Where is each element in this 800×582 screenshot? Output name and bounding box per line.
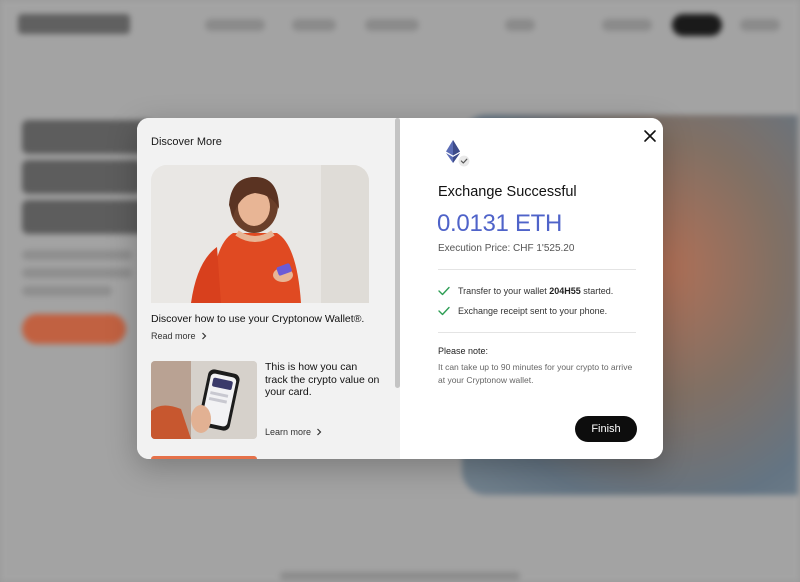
execution-price: Execution Price: CHF 1'525.20: [438, 243, 575, 254]
background-nav-item: [602, 19, 652, 31]
finish-button[interactable]: Finish: [575, 416, 637, 442]
track-card-title: This is how you can track the crypto val…: [265, 361, 380, 398]
background-hero-line: [22, 120, 152, 154]
note-text: It can take up to 90 minutes for your cr…: [438, 362, 633, 385]
track-card-image[interactable]: [151, 361, 257, 439]
ethereum-icon: [446, 140, 471, 168]
transfer-status-row: Transfer to your wallet 204H55 started.: [438, 286, 613, 296]
background-subtext: [22, 268, 132, 278]
receipt-status-row: Exchange receipt sent to your phone.: [438, 306, 607, 316]
wallet-card-image[interactable]: [151, 165, 369, 303]
background-nav-item: [205, 19, 265, 31]
discover-title: Discover More: [151, 136, 222, 148]
checkmark-icon: [438, 306, 450, 316]
eth-amount: 0.0131 ETH: [437, 210, 563, 237]
background-nav-item: [292, 19, 336, 31]
background-nav-item: [740, 19, 780, 31]
close-icon[interactable]: [642, 128, 658, 144]
background-cta-button: [672, 14, 722, 36]
chevron-right-icon: [201, 332, 206, 340]
background-hero-line: [22, 200, 147, 234]
learn-more-link[interactable]: Learn more: [265, 427, 322, 437]
exchange-title: Exchange Successful: [438, 184, 577, 200]
background-logo: [18, 14, 130, 34]
phone-in-hand-illustration: [151, 361, 257, 439]
read-more-link[interactable]: Read more: [151, 331, 207, 341]
learn-more-label: Learn more: [265, 427, 312, 437]
background-nav-item: [505, 19, 535, 31]
background-subtext: [22, 286, 112, 296]
discover-pane[interactable]: Discover More Discover how to use your C…: [137, 118, 400, 459]
background-orange-button: [22, 314, 126, 344]
background-bottom-bar: [280, 572, 520, 580]
receipt-status-text: Exchange receipt sent to your phone.: [458, 306, 608, 316]
exchange-modal: Discover More Discover how to use your C…: [137, 118, 663, 459]
chevron-right-icon: [317, 428, 322, 436]
read-more-label: Read more: [151, 331, 196, 341]
note-title: Please note:: [438, 346, 489, 356]
background-hero-line: [22, 160, 142, 194]
background-subtext: [22, 250, 132, 260]
next-card-image[interactable]: [151, 456, 257, 459]
background-nav-item: [365, 19, 419, 31]
woman-phone-illustration: [151, 165, 369, 303]
wallet-card-title: Discover how to use your Cryptonow Walle…: [151, 313, 365, 325]
confirmation-pane: Exchange Successful 0.0131 ETH Execution…: [400, 118, 663, 459]
checkmark-icon: [438, 286, 450, 296]
divider: [438, 269, 636, 270]
divider: [438, 332, 636, 333]
transfer-status-text: Transfer to your wallet 204H55 started.: [458, 286, 614, 296]
